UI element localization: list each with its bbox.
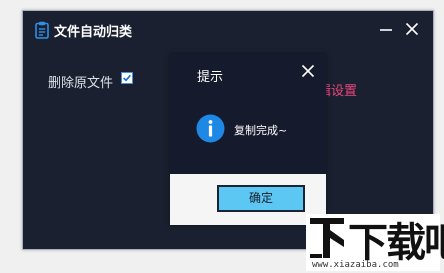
app-title: 文件自动归类 xyxy=(54,25,133,40)
dialog-footer: 确定 xyxy=(170,174,326,225)
delete-original-label: 删除原文件 xyxy=(48,76,114,91)
titlebar: 文件自动归类 xyxy=(23,11,433,49)
dialog-message: 复制完成~ xyxy=(234,124,288,137)
ok-button[interactable]: 确定 xyxy=(217,185,305,212)
download-logo-icon xyxy=(310,218,344,258)
clipboard-icon xyxy=(35,21,49,39)
checkbox-checked-icon xyxy=(123,74,131,82)
close-icon[interactable] xyxy=(403,20,421,38)
info-icon xyxy=(196,114,225,143)
minimize-icon[interactable] xyxy=(377,20,395,38)
watermark: 下载吧 www.xiazaiba.com xyxy=(306,214,444,271)
dialog-close-icon[interactable] xyxy=(301,64,315,78)
delete-original-checkbox[interactable] xyxy=(121,72,133,84)
dialog-title: 提示 xyxy=(197,70,224,85)
watermark-url: www.xiazaiba.com xyxy=(312,260,399,270)
prompt-dialog: 提示 复制完成~ 确定 xyxy=(170,54,326,225)
